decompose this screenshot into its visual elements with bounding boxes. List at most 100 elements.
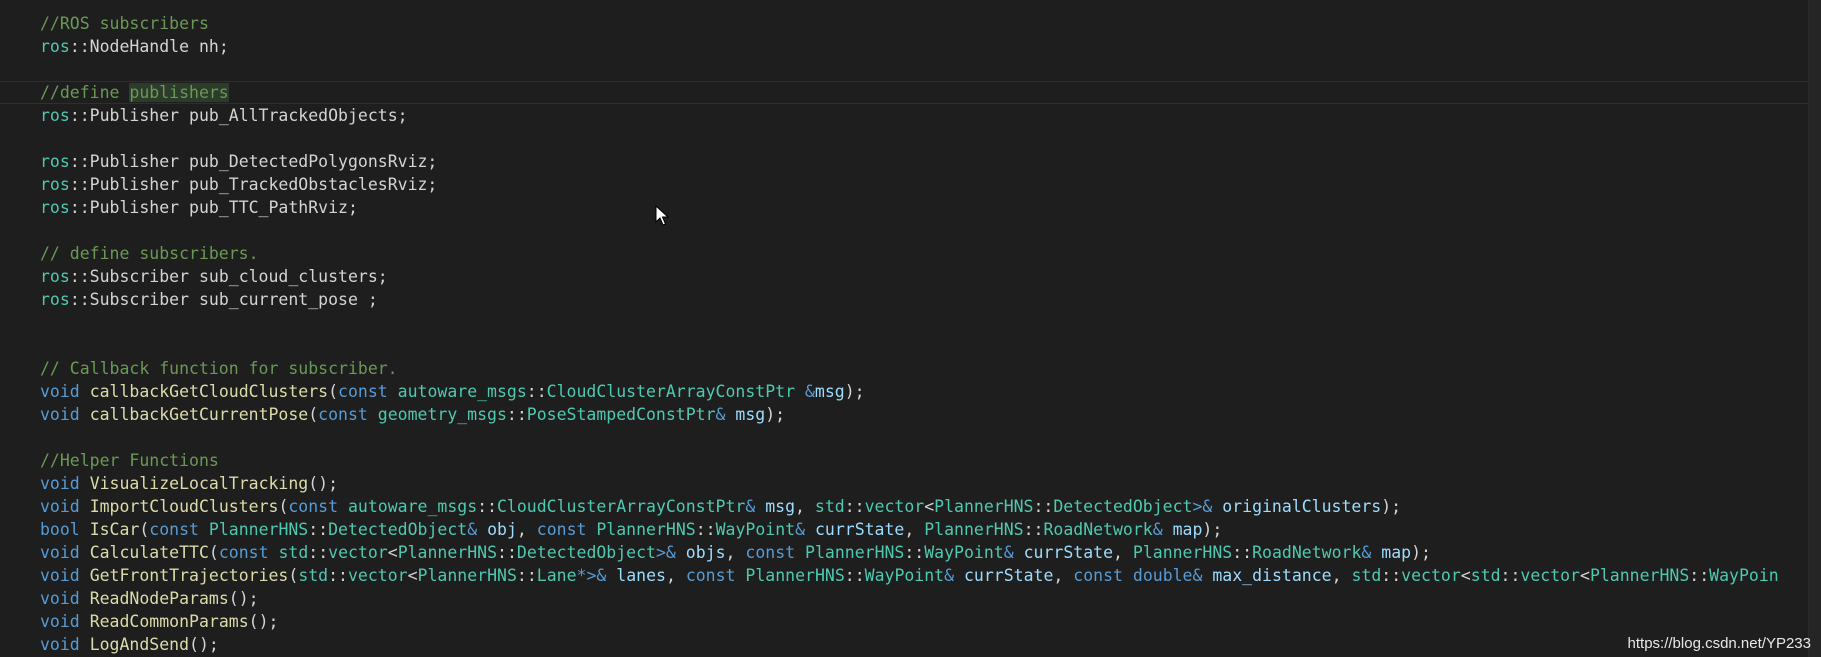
code-token: ,	[1331, 566, 1352, 585]
code-token: const	[288, 497, 339, 516]
code-token: &	[1003, 543, 1014, 562]
code-line[interactable]: void VisualizeLocalTracking();	[0, 472, 1810, 495]
code-token: vector	[1401, 566, 1461, 585]
code-token: vector	[348, 566, 408, 585]
code-line[interactable]: void callbackGetCloudClusters(const auto…	[0, 380, 1810, 403]
code-token: ::	[516, 566, 537, 585]
code-token: LogAndSend	[89, 635, 190, 654]
code-token: ros	[40, 198, 70, 217]
code-token: void	[40, 382, 80, 401]
code-line[interactable]: //ROS subscribers	[0, 12, 1810, 35]
code-line[interactable]: ros::Subscriber sub_cloud_clusters;	[0, 265, 1810, 288]
code-line[interactable]	[0, 426, 1810, 449]
code-token: msg	[765, 497, 796, 516]
code-line[interactable]: // define subscribers.	[0, 242, 1810, 265]
code-token: ::	[328, 566, 348, 585]
code-token: msg	[735, 405, 766, 424]
code-token: ros	[40, 152, 70, 171]
code-line[interactable]	[0, 311, 1810, 334]
code-token: ros	[40, 267, 70, 286]
code-token: ::	[844, 497, 865, 516]
code-token: ::	[526, 382, 547, 401]
code-token: void	[40, 474, 80, 493]
code-line[interactable]: ros::Subscriber sub_current_pose ;	[0, 288, 1810, 311]
code-line[interactable]: void ReadCommonParams();	[0, 610, 1810, 633]
code-token: autoware_msgs	[347, 497, 478, 516]
code-token: ::	[477, 497, 497, 516]
code-token: RoadNetwork	[1043, 520, 1153, 539]
code-token: <	[924, 497, 935, 516]
code-token: ,	[725, 543, 746, 562]
code-token: std	[278, 543, 309, 562]
code-token: ::	[308, 543, 329, 562]
code-line[interactable]: void GetFrontTrajectories(std::vector<Pl…	[0, 564, 1810, 587]
code-token: ReadCommonParams	[89, 612, 249, 631]
code-token: ReadNodeParams	[89, 589, 229, 608]
code-token: const	[1073, 566, 1123, 585]
code-token: void	[40, 497, 80, 516]
code-line[interactable]	[0, 334, 1810, 357]
code-token: obj	[487, 520, 517, 539]
code-token: originalClusters	[1222, 497, 1382, 516]
code-line[interactable]	[0, 219, 1810, 242]
code-token: <	[407, 566, 418, 585]
code-token: const	[149, 520, 199, 539]
code-line[interactable]: //Helper Functions	[0, 449, 1810, 472]
vertical-scrollbar[interactable]	[1808, 0, 1821, 657]
code-token: currState	[964, 566, 1054, 585]
code-line[interactable]: void ReadNodeParams();	[0, 587, 1810, 610]
code-token: &	[1361, 543, 1372, 562]
code-line[interactable]: void LogAndSend();	[0, 633, 1810, 656]
code-line[interactable]	[0, 127, 1810, 150]
code-token: ::	[1033, 497, 1054, 516]
code-token: <	[387, 543, 398, 562]
code-area[interactable]: //ROS subscribers ros::NodeHandle nh; //d…	[0, 12, 1810, 656]
code-line[interactable]: bool IsCar(const PlannerHNS::DetectedObj…	[0, 518, 1810, 541]
code-token: );	[1411, 543, 1431, 562]
code-line[interactable]: ros::Publisher pub_TTC_PathRviz;	[0, 196, 1810, 219]
code-token: const	[745, 543, 796, 562]
code-line[interactable]: //define publishers	[0, 81, 1810, 104]
code-token: ::Publisher pub_DetectedPolygonsRviz;	[69, 152, 438, 171]
code-token: ::	[904, 543, 925, 562]
code-token: (	[288, 566, 299, 585]
code-token: &	[715, 405, 726, 424]
code-line[interactable]: void ImportCloudClusters(const autoware_…	[0, 495, 1810, 518]
code-token: <	[1580, 566, 1590, 585]
code-line[interactable]: // Callback function for subscriber.	[0, 357, 1810, 380]
code-line[interactable]: ros::Publisher pub_AllTrackedObjects;	[0, 104, 1810, 127]
code-token: ::	[1689, 566, 1710, 585]
code-token: ,	[795, 497, 815, 516]
code-line[interactable]: ros::NodeHandle nh;	[0, 35, 1810, 58]
code-line[interactable]: ros::Publisher pub_TrackedObstaclesRviz;	[0, 173, 1810, 196]
code-token: ,	[516, 520, 537, 539]
code-line[interactable]: void CalculateTTC(const std::vector<Plan…	[0, 541, 1810, 564]
code-token: IsCar	[89, 520, 140, 539]
code-token: ();	[248, 612, 279, 631]
code-line[interactable]	[0, 58, 1810, 81]
code-token: void	[40, 543, 80, 562]
code-line[interactable]: void callbackGetCurrentPose(const geomet…	[0, 403, 1810, 426]
code-token: CloudClusterArrayConstPtr	[546, 382, 796, 401]
code-token: PlannerHNS	[417, 566, 517, 585]
code-token: const	[338, 382, 388, 401]
code-token: vector	[328, 543, 388, 562]
code-token: ros	[40, 290, 70, 309]
code-line[interactable]: ros::Publisher pub_DetectedPolygonsRviz;	[0, 150, 1810, 173]
code-token: CloudClusterArrayConstPtr	[497, 497, 746, 516]
code-editor[interactable]: //ROS subscribers ros::NodeHandle nh; //d…	[0, 0, 1821, 657]
